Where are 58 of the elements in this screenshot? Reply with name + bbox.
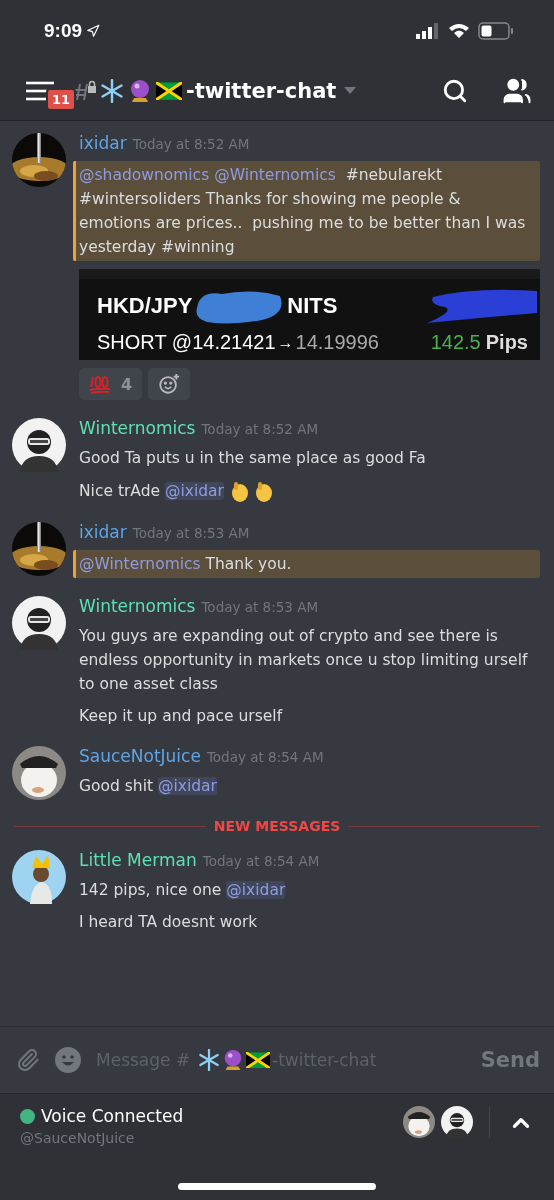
timestamp: Today at 8:54 AM xyxy=(202,853,320,869)
exit-price: 14.19996 xyxy=(295,331,379,354)
dropdown-caret-icon[interactable] xyxy=(344,87,357,95)
message-text: 142 pips, nice one @ixidar xyxy=(79,880,286,901)
timestamp: Today at 8:54 AM xyxy=(206,749,324,765)
add-emoji-icon xyxy=(158,373,181,395)
signal-icon xyxy=(416,23,440,39)
channel-title[interactable]: -twitter-chat xyxy=(186,79,337,103)
crystal-ball-icon xyxy=(128,79,152,103)
arrow-glyph: → xyxy=(277,333,294,352)
units-label: NITS xyxy=(287,293,338,319)
voice-channel-user: @SauceNotJuice xyxy=(20,1130,136,1146)
message-text: Good Ta puts u in the same place as good Fa xyxy=(79,448,426,469)
search-button[interactable] xyxy=(442,78,468,104)
pips-value: 142.5 xyxy=(430,331,481,354)
message-text: Nice trAde @ixidar xyxy=(79,481,224,502)
attach-icon[interactable] xyxy=(16,1048,40,1072)
people-icon xyxy=(502,76,532,106)
author-name[interactable]: Little Merman xyxy=(79,850,197,870)
menu-icon[interactable] xyxy=(26,81,54,101)
timestamp: Today at 8:53 AM xyxy=(132,525,250,541)
author-name[interactable]: SauceNotJuice xyxy=(79,746,201,766)
snowflake-icon xyxy=(100,79,124,103)
flag-icon xyxy=(156,81,182,101)
message-text: I heard TA doesnt work xyxy=(79,912,258,933)
trade-image[interactable]: HKD/JPY NITS SHORT @14.21421→14.19996 142.5 Pips xyxy=(79,269,540,360)
new-messages-divider: NEW MESSAGES xyxy=(213,818,341,834)
unread-badge: 11 xyxy=(46,88,77,111)
author-name[interactable]: ixidar xyxy=(79,522,127,542)
author-name[interactable]: ixidar xyxy=(79,133,127,153)
voice-status[interactable]: Voice Connected xyxy=(41,1106,184,1126)
timestamp: Today at 8:52 AM xyxy=(132,136,250,152)
location-icon xyxy=(86,24,101,38)
clock: 9:09 xyxy=(44,20,83,42)
message-text: @shadownomics @Winternomics #nebularekt #wintersoliders Thanks for showing me people & emotions are prices.. pushing me to be better than I was yesterday #winning xyxy=(79,165,527,258)
currency-pair: HKD/JPY xyxy=(97,293,193,319)
pips-label: Pips xyxy=(485,331,528,354)
wifi-icon xyxy=(448,23,470,39)
message-text: Keep it up and pace urself xyxy=(79,706,283,727)
members-button[interactable] xyxy=(502,76,532,106)
entry-price: SHORT @14.21421 xyxy=(97,331,276,354)
add-reaction-button[interactable] xyxy=(148,368,191,400)
emoji-icon[interactable] xyxy=(54,1046,82,1074)
message-text: You guys are expanding out of crypto and see there is endless opportunity in markets once u stop limiting urself to one asset class xyxy=(79,626,529,695)
snowflake-icon xyxy=(198,1049,220,1071)
hundred-points-icon xyxy=(89,374,111,394)
battery-icon xyxy=(478,22,514,40)
connected-status-dot xyxy=(20,1108,35,1124)
timestamp: Today at 8:53 AM xyxy=(201,599,319,615)
locked-channel-icon xyxy=(74,80,96,102)
crystal-ball-icon xyxy=(222,1049,244,1071)
message-text: Good shit @ixidar xyxy=(79,776,217,797)
flag-icon xyxy=(246,1051,270,1069)
message-text: @Winternomics Thank you. xyxy=(79,554,292,575)
timestamp: Today at 8:52 AM xyxy=(201,421,319,437)
author-name[interactable]: Winternomics xyxy=(79,418,196,438)
search-icon xyxy=(442,78,468,104)
author-name[interactable]: Winternomics xyxy=(79,596,196,616)
